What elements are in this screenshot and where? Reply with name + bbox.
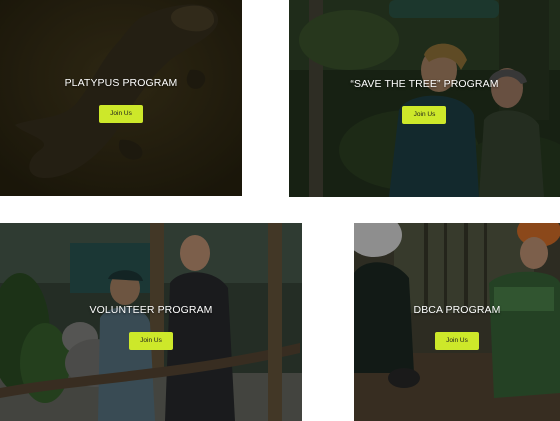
program-card-content: DBCA PROGRAM Join Us xyxy=(414,304,501,350)
program-card-dbca[interactable]: DBCA PROGRAM Join Us xyxy=(354,223,560,421)
program-title: PLATYPUS PROGRAM xyxy=(64,77,178,89)
join-us-button[interactable]: Join Us xyxy=(402,105,447,124)
join-us-button[interactable]: Join Us xyxy=(129,332,173,350)
program-card-platypus[interactable]: PLATYPUS PROGRAM Join Us xyxy=(0,0,242,196)
program-card-volunteer[interactable]: VOLUNTEER PROGRAM Join Us xyxy=(0,223,302,421)
program-title: “SAVE THE TREE” PROGRAM xyxy=(350,77,499,90)
join-us-button[interactable]: Join Us xyxy=(435,332,479,350)
program-title: DBCA PROGRAM xyxy=(413,304,501,316)
program-card-save-the-tree[interactable]: “SAVE THE TREE” PROGRAM Join Us xyxy=(289,0,560,197)
program-card-content: PLATYPUS PROGRAM Join Us xyxy=(65,77,178,123)
program-card-content: “SAVE THE TREE” PROGRAM Join Us xyxy=(350,78,498,124)
program-title: VOLUNTEER PROGRAM xyxy=(89,304,213,316)
program-card-content: VOLUNTEER PROGRAM Join Us xyxy=(89,304,212,350)
join-us-button[interactable]: Join Us xyxy=(98,105,143,123)
